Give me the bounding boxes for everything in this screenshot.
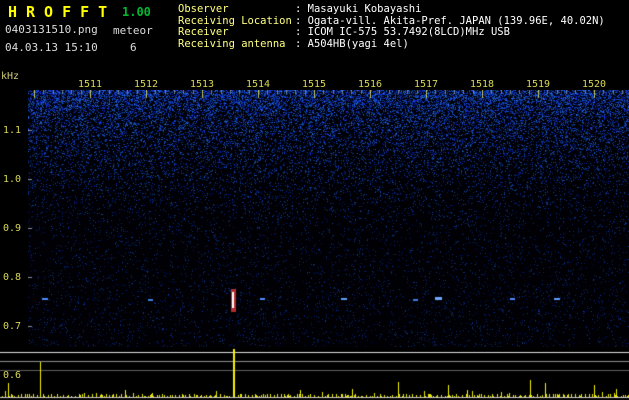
mode-label: meteor — [113, 24, 153, 37]
observer-info-value: : A504HB(yagi 4el) — [295, 37, 409, 50]
spectrogram-canvas — [28, 90, 629, 347]
observer-info-value: : Ogata-vill. Akita-Pref. JAPAN (139.96E… — [295, 14, 605, 27]
time-axis-label: 1516 — [357, 79, 383, 90]
freq-axis-label: 1.1 — [3, 125, 22, 136]
time-axis-label: 1518 — [469, 79, 495, 90]
freq-axis-unit: kHz — [1, 71, 20, 82]
freq-axis-label: 1.0 — [3, 174, 22, 185]
signal-level-canvas — [0, 347, 629, 400]
freq-axis-label: 0.9 — [3, 223, 22, 234]
observer-info-label: Receiving antenna — [178, 37, 286, 50]
time-axis-label: 1511 — [77, 79, 103, 90]
time-axis-label: 1515 — [301, 79, 327, 90]
output-filename: 0403131510.png — [5, 23, 98, 36]
app-title: HROFFT — [8, 3, 117, 21]
time-axis-label: 1517 — [413, 79, 439, 90]
observer-info-value: : Masayuki Kobayashi — [295, 3, 422, 15]
observer-info-row: Receiving antenna : A504HB(yagi 4el) — [178, 37, 605, 51]
observer-info-value: : ICOM IC-575 53.7492(8LCD)MHz USB — [295, 26, 510, 38]
time-axis-label: 1512 — [133, 79, 159, 90]
time-axis-label: 1514 — [245, 79, 271, 90]
time-axis-label: 1520 — [581, 79, 607, 90]
observer-info-label: Observer — [178, 3, 229, 15]
freq-axis-label: 0.8 — [3, 272, 22, 283]
time-axis-label: 1513 — [189, 79, 215, 90]
freq-axis-label: 0.7 — [3, 321, 22, 332]
datetime-label: 04.03.13 15:10 — [5, 41, 98, 54]
hrofft-window: HROFFT 1.00 0403131510.png meteor 04.03.… — [0, 0, 629, 400]
app-version: 1.00 — [122, 5, 151, 19]
observer-info-block: Observer: Masayuki Kobayashi Receiving Lo… — [178, 3, 605, 51]
observer-info-label: Receiver — [178, 26, 229, 38]
meteor-count: 6 — [130, 41, 137, 54]
time-axis-label: 1519 — [525, 79, 551, 90]
